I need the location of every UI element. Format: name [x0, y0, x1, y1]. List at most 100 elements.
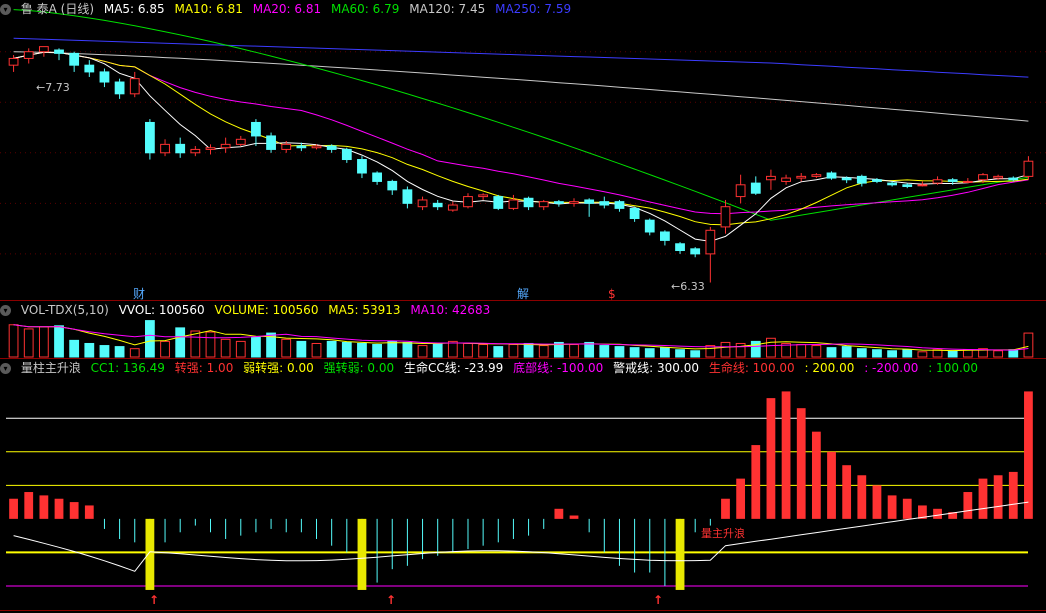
candle-body	[902, 184, 913, 187]
buy-arrow-2: ↑	[386, 593, 397, 607]
volume-bar	[23, 328, 34, 358]
volume-bar	[145, 320, 155, 358]
candle-body	[175, 143, 186, 154]
indicator-red-bar	[857, 475, 867, 519]
volume-bar	[947, 350, 958, 358]
volume-bar	[402, 341, 413, 358]
volume-panel-toggle-button[interactable]: ▾	[0, 305, 11, 316]
candle-body	[129, 78, 140, 95]
indicator-header: ▾ 量柱主升浪 CC1: 136.49 转强: 1.00 弱转强: 0.00 强…	[0, 360, 984, 376]
ma120-label: MA120: 7.45	[409, 2, 486, 16]
event-marker-cai[interactable]: 财	[133, 286, 145, 302]
candle-body	[750, 182, 761, 194]
candle-body	[326, 145, 337, 150]
candle-body	[660, 231, 670, 241]
candle-body	[690, 248, 701, 255]
candle-body	[311, 145, 322, 149]
volume-bar	[1008, 349, 1019, 358]
indicator-red-bar	[842, 465, 852, 519]
volume-bar	[281, 338, 292, 358]
candle-body	[8, 57, 19, 66]
volume-bar	[417, 345, 428, 358]
volume-bar	[538, 345, 549, 358]
qzr-label: 强转弱: 0.00	[323, 361, 395, 375]
ma250-label: MA250: 7.59	[495, 2, 572, 16]
candle-body	[205, 147, 216, 150]
candle-body	[372, 172, 382, 182]
indicator-red-bar	[1008, 471, 1018, 519]
ma60-label: MA60: 6.79	[330, 2, 400, 16]
stock-chart-window: ▾ 鲁 泰A (日线) MA5: 6.85 MA10: 6.81 MA20: 6…	[0, 0, 1046, 613]
candle-body	[251, 121, 261, 137]
indicator-red-bar	[69, 502, 79, 519]
volume-bar	[220, 338, 231, 358]
candle-body	[38, 46, 49, 53]
ma10-label: MA10: 6.81	[174, 2, 243, 16]
c100-label: : 100.00	[928, 361, 979, 375]
volume-bar	[432, 342, 443, 358]
volume-bar	[69, 339, 80, 358]
indicator-name[interactable]: 量柱主升浪	[21, 361, 81, 375]
candle-body	[281, 143, 292, 150]
candle-body	[235, 138, 246, 145]
candle-body	[508, 199, 519, 209]
candle-body	[856, 175, 867, 184]
indicator-red-bar	[781, 391, 791, 519]
indicator-red-bar	[9, 498, 18, 519]
jjx-label: 警戒线: 300.00	[613, 361, 699, 375]
candle-body	[629, 207, 640, 219]
candle-body	[145, 121, 155, 154]
volume-bar	[38, 326, 49, 358]
stock-title[interactable]: 鲁 泰A (日线)	[21, 2, 94, 16]
candle-body	[932, 179, 943, 184]
candle-body	[993, 175, 1004, 179]
ma5-label: MA5: 6.85	[103, 2, 165, 16]
volume-bar	[8, 324, 19, 358]
volume-bar	[235, 340, 246, 358]
candle-body	[266, 135, 276, 150]
volume-bar	[114, 346, 125, 358]
c200-label: : 200.00	[804, 361, 855, 375]
volume-label: VOLUME: 100560	[214, 303, 319, 317]
candle-body	[826, 172, 837, 179]
volume-indicator-name[interactable]: VOL-TDX(5,10)	[21, 303, 109, 317]
candle-body	[54, 49, 64, 54]
candle-body	[887, 182, 897, 186]
event-marker-jie[interactable]: 解	[517, 286, 529, 302]
volume-bar	[614, 346, 625, 358]
candle-body	[190, 148, 201, 154]
candle-body	[978, 174, 988, 181]
zq-label: 转强: 1.00	[174, 361, 234, 375]
signal-yellow-bar	[357, 518, 367, 590]
candle-body	[402, 189, 413, 204]
main-panel-toggle-button[interactable]: ▾	[0, 4, 11, 15]
panel-separator-2	[0, 358, 1046, 359]
candle-body	[644, 219, 655, 233]
candle-body	[735, 184, 746, 198]
indicator-red-bar	[84, 505, 94, 519]
volume-header: ▾ VOL-TDX(5,10) VVOL: 100560 VOLUME: 100…	[0, 302, 496, 318]
cc1-label: CC1: 136.49	[90, 361, 165, 375]
ma10-line	[13, 51, 1029, 226]
candle-body	[523, 197, 534, 208]
candle-body	[160, 143, 170, 154]
volume-bar	[326, 340, 337, 358]
indicator-red-bar	[569, 515, 579, 519]
candle-body	[705, 229, 716, 255]
candle-body	[584, 199, 595, 204]
indicator-red-bar	[1024, 391, 1033, 519]
event-marker-s[interactable]: $	[608, 286, 616, 302]
volume-bar	[493, 346, 504, 358]
ma20-line	[13, 51, 1029, 215]
candle-body	[872, 179, 882, 182]
candle-body	[720, 206, 731, 228]
buy-arrow-1: ↑	[149, 593, 160, 607]
candle-body	[553, 201, 564, 204]
indicator-panel-toggle-button[interactable]: ▾	[0, 363, 11, 374]
candle-body	[1023, 160, 1034, 177]
volume-bar	[54, 325, 64, 358]
volume-bar	[251, 336, 261, 358]
volume-bar	[129, 348, 140, 358]
indicator-red-bar	[24, 492, 34, 519]
indicator-red-bar	[933, 508, 942, 519]
